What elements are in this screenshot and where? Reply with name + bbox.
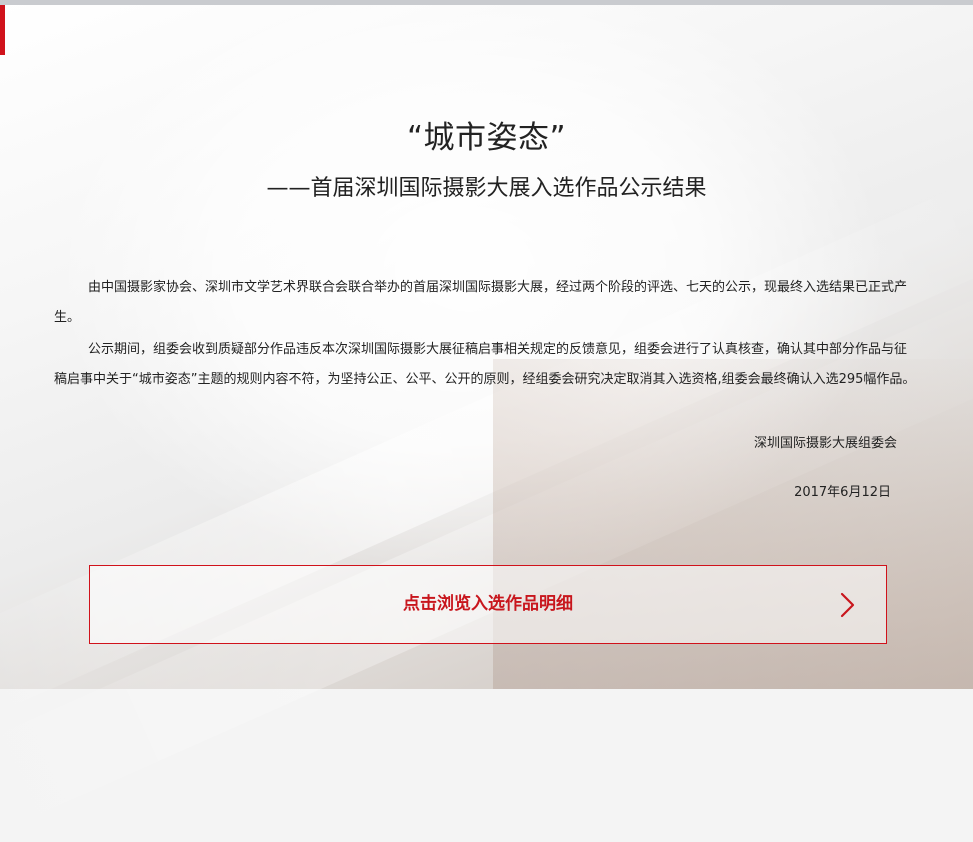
announcement-paragraph: 公示期间，组委会收到质疑部分作品违反本次深圳国际摄影大展征稿启事相关规定的反馈意… [54,342,916,387]
browse-selected-works-button[interactable]: 点击浏览入选作品明细 [89,565,887,644]
signature: 深圳国际摄影大展组委会 [753,436,897,451]
page-subtitle: ——首届深圳国际摄影大展入选作品公示结果 [266,176,707,201]
announcement: “城市姿态” ——首届深圳国际摄影大展入选作品公示结果 由中国摄影家协会、深圳市… [0,0,973,689]
announcement-paragraph: 由中国摄影家协会、深圳市文学艺术界联合会联合举办的首届深圳国际摄影大展，经过两个… [54,280,908,325]
browse-button-label: 点击浏览入选作品明细 [403,594,573,614]
page-title: “城市姿态” [406,120,567,156]
chevron-right-icon [840,592,855,618]
announcement-date: 2017年6月12日 [794,485,891,500]
